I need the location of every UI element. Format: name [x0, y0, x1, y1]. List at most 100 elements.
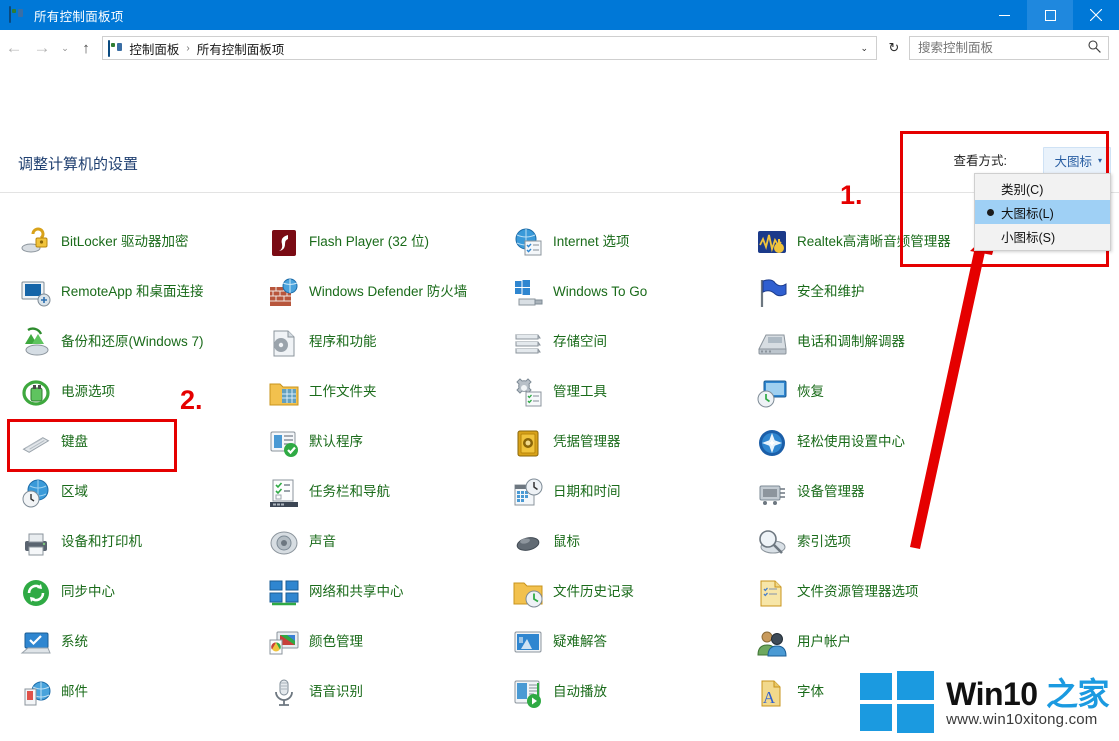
- control-panel-item-default-programs[interactable]: 默认程序: [268, 427, 500, 459]
- control-panel-item-label: 邮件: [61, 684, 88, 699]
- control-panel-item-remoteapp[interactable]: RemoteApp 和桌面连接: [20, 277, 252, 309]
- radio-indicator-selected: [979, 208, 1001, 216]
- control-panel-item-autoplay[interactable]: 自动播放: [512, 677, 744, 709]
- maximize-button[interactable]: [1027, 0, 1073, 30]
- up-button[interactable]: ↑: [74, 33, 98, 63]
- keyboard-icon: [20, 427, 52, 459]
- minimize-button[interactable]: [981, 0, 1027, 30]
- control-panel-item-windows-to-go[interactable]: Windows To Go: [512, 277, 744, 309]
- view-menu-item-large-icons[interactable]: 大图标(L): [975, 200, 1110, 224]
- control-panel-item-region[interactable]: 区域: [20, 477, 252, 509]
- control-panel-item-date-time[interactable]: 日期和时间: [512, 477, 744, 509]
- control-panel-item-device-manager[interactable]: 设备管理器: [756, 477, 988, 509]
- chevron-down-icon[interactable]: ⌄: [852, 43, 876, 54]
- control-panel-item-sync-center[interactable]: 同步中心: [20, 577, 252, 609]
- annotation-step-2: 2.: [180, 385, 203, 415]
- control-panel-item-troubleshooting[interactable]: 疑难解答: [512, 627, 744, 659]
- control-panel-item-backup-restore[interactable]: 备份和还原(Windows 7): [20, 327, 252, 359]
- control-panel-item-internet-options[interactable]: Internet 选项: [512, 227, 744, 259]
- control-panel-item-programs-features[interactable]: 程序和功能: [268, 327, 500, 359]
- troubleshooting-icon: [512, 627, 544, 659]
- control-panel-item-flash-player[interactable]: Flash Player (32 位): [268, 227, 500, 259]
- breadcrumb-item-1[interactable]: 所有控制面板项: [195, 39, 287, 58]
- search-input[interactable]: [910, 40, 1086, 56]
- forward-button[interactable]: →: [28, 33, 56, 63]
- control-panel-item-label: 字体: [797, 684, 824, 699]
- refresh-icon[interactable]: ↻: [883, 36, 905, 60]
- control-panel-item-work-folders[interactable]: 工作文件夹: [268, 377, 500, 409]
- sound-icon: [268, 527, 300, 559]
- view-menu-item-small-icons[interactable]: 小图标(S): [975, 224, 1110, 248]
- control-panel-item-credential-manager[interactable]: 凭据管理器: [512, 427, 744, 459]
- control-panel-item-power-options[interactable]: 电源选项: [20, 377, 252, 409]
- control-panel-item-label: 文件历史记录: [553, 584, 634, 599]
- control-panel-item-label: 电话和调制解调器: [797, 334, 905, 349]
- control-panel-item-security-maintenance[interactable]: 安全和维护: [756, 277, 988, 309]
- watermark-brand: Win10 之家: [946, 677, 1109, 711]
- phone-modem-icon: [756, 327, 788, 359]
- breadcrumb-separator: ›: [186, 42, 190, 54]
- view-by-value: 大图标: [1054, 155, 1092, 169]
- control-panel-item-firewall[interactable]: Windows Defender 防火墙: [268, 277, 500, 309]
- remoteapp-icon: [20, 277, 52, 309]
- control-panel-icon: [9, 6, 25, 23]
- flash-player-icon: [268, 227, 300, 259]
- control-panel-item-label: BitLocker 驱动器加密: [61, 234, 189, 249]
- control-panel-item-admin-tools[interactable]: 管理工具: [512, 377, 744, 409]
- control-panel-item-label: 网络和共享中心: [309, 584, 404, 599]
- control-panel-item-label: 声音: [309, 534, 336, 549]
- control-panel-item-label: 系统: [61, 634, 88, 649]
- devices-printers-icon: [20, 527, 52, 559]
- control-panel-item-indexing-options[interactable]: 索引选项: [756, 527, 988, 559]
- realtek-audio-icon: [756, 227, 788, 259]
- control-panel-item-storage-spaces[interactable]: 存储空间: [512, 327, 744, 359]
- breadcrumb-item-0[interactable]: 控制面板: [127, 39, 181, 58]
- power-options-icon: [20, 377, 52, 409]
- control-panel-item-label: Flash Player (32 位): [309, 234, 430, 249]
- recent-locations-icon[interactable]: ⌄: [56, 33, 74, 63]
- control-panel-item-label: 区域: [61, 484, 88, 499]
- control-panel-item-label: 备份和还原(Windows 7): [61, 334, 204, 349]
- view-menu-item-category[interactable]: 类别(C): [975, 176, 1110, 200]
- control-panel-item-mouse[interactable]: 鼠标: [512, 527, 744, 559]
- indexing-options-icon: [756, 527, 788, 559]
- view-by-combobox[interactable]: 大图标 ▾: [1043, 147, 1111, 174]
- address-control-panel-icon: [108, 39, 110, 57]
- control-panel-item-taskbar-nav[interactable]: 任务栏和导航: [268, 477, 500, 509]
- control-panel-item-file-explorer-options[interactable]: 文件资源管理器选项: [756, 577, 988, 609]
- system-icon: [20, 627, 52, 659]
- back-button[interactable]: ←: [0, 33, 28, 63]
- control-panel-item-label: Windows Defender 防火墙: [309, 284, 468, 299]
- control-panel-item-speech-recognition[interactable]: 语音识别: [268, 677, 500, 709]
- control-panel-item-label: 索引选项: [797, 534, 851, 549]
- close-button[interactable]: [1073, 0, 1119, 30]
- file-explorer-options-icon: [756, 577, 788, 609]
- speech-recognition-icon: [268, 677, 300, 709]
- view-menu-item-label: 大图标(L): [1001, 206, 1054, 221]
- bitlocker-icon: [20, 227, 52, 259]
- control-panel-item-mail[interactable]: 邮件: [20, 677, 252, 709]
- control-panel-item-bitlocker[interactable]: BitLocker 驱动器加密: [20, 227, 252, 259]
- ease-of-access-icon: [756, 427, 788, 459]
- view-by-dropdown-menu[interactable]: 类别(C) 大图标(L) 小图标(S): [974, 173, 1111, 251]
- control-panel-item-user-accounts[interactable]: 用户帐户: [756, 627, 988, 659]
- control-panel-item-phone-modem[interactable]: 电话和调制解调器: [756, 327, 988, 359]
- control-panel-item-color-management[interactable]: 颜色管理: [268, 627, 500, 659]
- control-panel-item-file-history[interactable]: 文件历史记录: [512, 577, 744, 609]
- control-panel-item-system[interactable]: 系统: [20, 627, 252, 659]
- view-menu-item-label: 类别(C): [1001, 182, 1044, 197]
- windows-to-go-icon: [512, 277, 544, 309]
- control-panel-item-sound[interactable]: 声音: [268, 527, 500, 559]
- control-panel-item-network-sharing[interactable]: 网络和共享中心: [268, 577, 500, 609]
- search-icon[interactable]: [1086, 40, 1108, 56]
- control-panel-item-devices-printers[interactable]: 设备和打印机: [20, 527, 252, 559]
- search-box[interactable]: [909, 36, 1109, 60]
- address-bar[interactable]: › 控制面板 › 所有控制面板项 ⌄: [102, 36, 877, 60]
- control-panel-item-label: Realtek高清晰音频管理器: [797, 234, 951, 249]
- control-panel-item-recovery[interactable]: 恢复: [756, 377, 988, 409]
- control-panel-item-ease-of-access[interactable]: 轻松使用设置中心: [756, 427, 988, 459]
- control-panel-item-label: 程序和功能: [309, 334, 377, 349]
- control-panel-item-label: 同步中心: [61, 584, 115, 599]
- control-panel-item-keyboard[interactable]: 键盘: [20, 427, 252, 459]
- control-panel-item-realtek-audio[interactable]: Realtek高清晰音频管理器: [756, 227, 988, 259]
